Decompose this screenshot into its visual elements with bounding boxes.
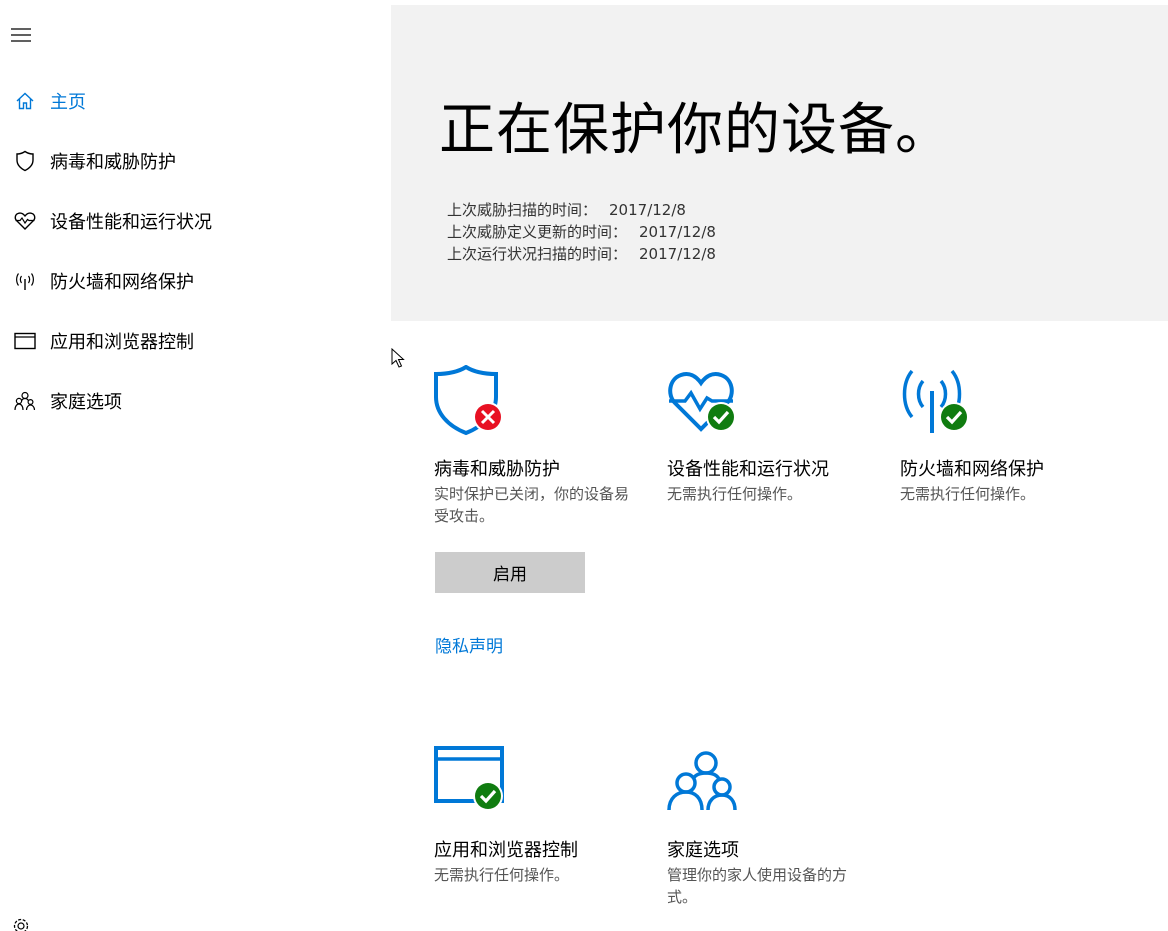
browser-window-icon	[0, 321, 50, 361]
last-health-scan: 上次运行状况扫描的时间： 2017/12/8	[447, 243, 716, 264]
last-definition-update: 上次威胁定义更新的时间： 2017/12/8	[447, 221, 716, 242]
page-title: 正在保护你的设备。	[439, 98, 952, 163]
heart-icon	[0, 201, 50, 241]
tile-description: 无需执行任何操作。	[667, 485, 803, 503]
browser-window-icon	[434, 746, 514, 826]
scan-label: 上次威胁定义更新的时间：	[447, 223, 628, 241]
scan-value: 2017/12/8	[639, 245, 716, 263]
tile-description: 管理你的家人使用设备的方式。	[667, 866, 848, 906]
sidebar-item-label: 家庭选项	[50, 392, 122, 413]
enable-button[interactable]: 启用	[435, 552, 585, 593]
scan-label: 上次威胁扫描的时间：	[447, 201, 598, 219]
tile-title[interactable]: 设备性能和运行状况	[667, 455, 829, 481]
sidebar-item-label: 防火墙和网络保护	[50, 272, 194, 293]
sidebar-item-label: 病毒和威胁防护	[50, 152, 176, 173]
scan-label: 上次运行状况扫描的时间：	[447, 245, 628, 263]
tile-title[interactable]: 病毒和威胁防护	[434, 455, 560, 481]
settings-gear-icon[interactable]	[8, 914, 34, 931]
scan-value: 2017/12/8	[639, 223, 716, 241]
sidebar-item-firewall[interactable]: 防火墙和网络保护	[0, 261, 390, 301]
tile-virus-protection[interactable]: 病毒和威胁防护 实时保护已关闭，你的设备易受攻击。	[434, 364, 654, 525]
sidebar-item-virus-protection[interactable]: 病毒和威胁防护	[0, 141, 390, 181]
tile-family[interactable]: 家庭选项 管理你的家人使用设备的方式。	[667, 746, 887, 906]
tile-firewall[interactable]: 防火墙和网络保护 无需执行任何操作。	[900, 365, 1120, 503]
tile-description: 无需执行任何操作。	[900, 485, 1036, 503]
tile-description: 实时保护已关闭，你的设备易受攻击。	[434, 485, 630, 525]
sidebar-item-family[interactable]: 家庭选项	[0, 381, 390, 421]
tile-title[interactable]: 应用和浏览器控制	[434, 836, 578, 862]
scan-value: 2017/12/8	[609, 201, 686, 219]
shield-icon	[0, 141, 50, 181]
sidebar-item-device-health[interactable]: 设备性能和运行状况	[0, 201, 390, 241]
tile-description: 无需执行任何操作。	[434, 866, 570, 884]
shield-icon	[434, 364, 514, 445]
tile-device-health[interactable]: 设备性能和运行状况 无需执行任何操作。	[667, 365, 887, 503]
sidebar-item-label: 主页	[50, 92, 86, 113]
heart-icon	[667, 365, 747, 445]
sidebar-item-label: 设备性能和运行状况	[50, 212, 212, 233]
sidebar-item-home[interactable]: 主页	[0, 81, 390, 121]
sidebar: 主页 病毒和威胁防护 设备性能和运行状况 防火墙和网络保护 应用和浏览器控制 家…	[0, 0, 390, 931]
tile-title[interactable]: 防火墙和网络保护	[900, 455, 1044, 481]
tile-app-browser[interactable]: 应用和浏览器控制 无需执行任何操作。	[434, 746, 654, 884]
tile-title[interactable]: 家庭选项	[667, 836, 739, 862]
antenna-icon	[900, 365, 980, 445]
family-icon	[0, 381, 50, 421]
home-icon	[0, 81, 50, 121]
privacy-statement-link[interactable]: 隐私声明	[435, 632, 503, 657]
last-threat-scan: 上次威胁扫描的时间： 2017/12/8	[447, 199, 686, 220]
hamburger-menu-icon[interactable]	[6, 20, 36, 50]
status-header: 正在保护你的设备。 上次威胁扫描的时间： 2017/12/8 上次威胁定义更新的时…	[391, 5, 1168, 321]
family-icon	[667, 746, 747, 826]
sidebar-item-label: 应用和浏览器控制	[50, 332, 194, 353]
sidebar-item-app-browser[interactable]: 应用和浏览器控制	[0, 321, 390, 361]
antenna-icon	[0, 261, 50, 301]
mouse-cursor-icon	[391, 347, 405, 372]
